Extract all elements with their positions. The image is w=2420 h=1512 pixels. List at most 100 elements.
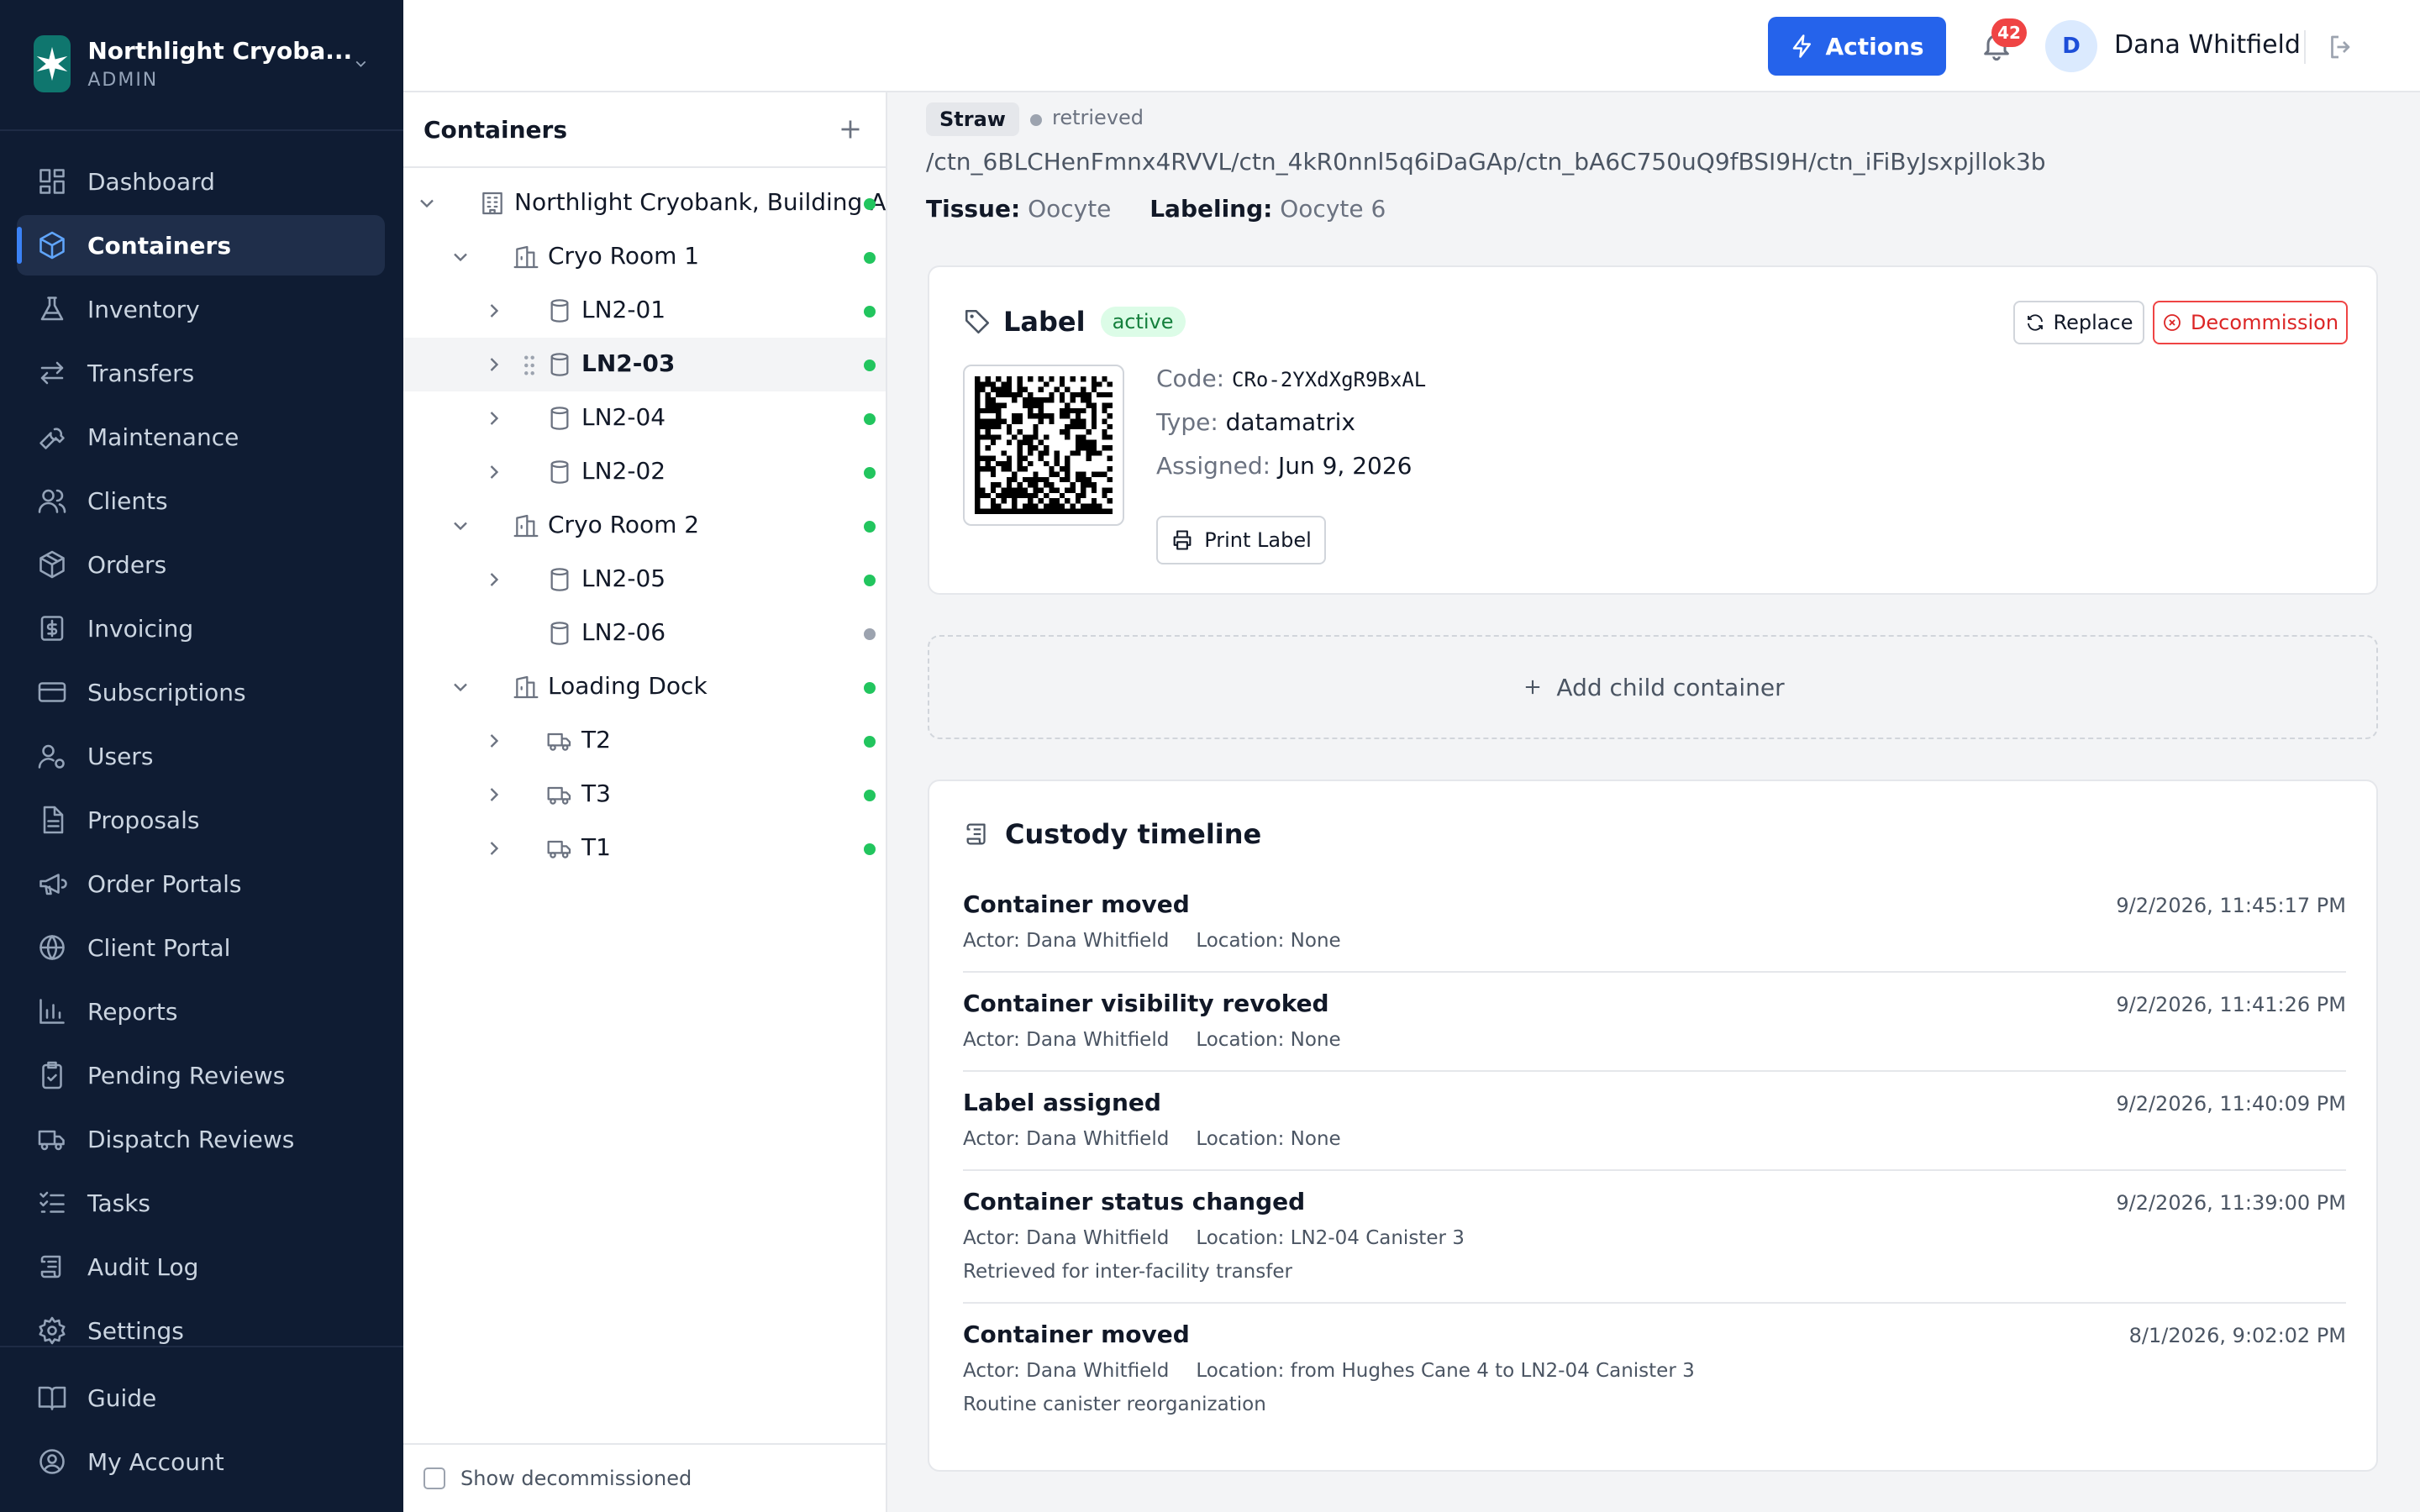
event-note: Routine canister reorganization — [963, 1394, 1266, 1415]
tree-row[interactable]: LN2-01 — [403, 284, 886, 338]
chevron-down-icon[interactable] — [449, 675, 472, 699]
tree-row[interactable]: Loading Dock — [403, 660, 886, 714]
tree-row[interactable]: LN2-05 — [403, 553, 886, 606]
room-icon — [513, 675, 539, 699]
sidebar-item-settings[interactable]: Settings — [17, 1300, 385, 1361]
tree-row[interactable]: LN2-06 — [403, 606, 886, 660]
logout-icon[interactable] — [2326, 32, 2356, 62]
tree-row[interactable]: Cryo Room 2 — [403, 499, 886, 553]
label-card-title: Label — [1003, 306, 1086, 338]
tree-row[interactable]: LN2-04 — [403, 391, 886, 445]
megaphone-icon — [39, 874, 67, 895]
add-container-button[interactable] — [835, 114, 865, 144]
truck-icon — [547, 732, 571, 751]
tank-icon — [550, 568, 569, 591]
show-decommissioned-checkbox[interactable] — [424, 1467, 445, 1489]
sidebar-item-transfers[interactable]: Transfers — [17, 343, 385, 403]
replace-label-button[interactable]: Replace — [2013, 301, 2144, 344]
status-dot — [864, 736, 876, 748]
user-name[interactable]: Dana Whitfield — [2114, 30, 2301, 60]
show-decommissioned-toggle[interactable]: Show decommissioned — [403, 1443, 886, 1512]
sidebar-item-reports[interactable]: Reports — [17, 981, 385, 1042]
add-child-container-button[interactable]: Add child container — [928, 635, 2378, 739]
tank-icon — [550, 622, 569, 645]
chevron-down-icon[interactable] — [449, 245, 472, 269]
decommission-button[interactable]: Decommission — [2153, 301, 2348, 344]
tree-row[interactable]: T2 — [403, 714, 886, 768]
org-name: Northlight Cryoba... — [87, 37, 353, 65]
tank-icon — [550, 407, 569, 430]
tree-row-label: Cryo Room 1 — [548, 242, 700, 270]
container-type-chip: Straw — [926, 102, 1019, 136]
timeline-divider — [963, 1302, 2346, 1304]
sidebar-item-containers[interactable]: Containers — [17, 215, 385, 276]
scroll-icon — [40, 1255, 61, 1278]
tree-row[interactable]: Northlight Cryobank, Building A — [403, 176, 886, 230]
chevron-right-icon[interactable] — [482, 353, 506, 376]
drag-handle-icon[interactable] — [521, 354, 538, 376]
chevron-right-icon[interactable] — [482, 460, 506, 484]
sidebar-item-subscriptions[interactable]: Subscriptions — [17, 662, 385, 722]
event-actor: Actor: Dana Whitfield — [963, 1360, 1170, 1382]
sidebar-item-users[interactable]: Users — [17, 726, 385, 786]
chevron-right-icon[interactable] — [482, 568, 506, 591]
sidebar-item-proposals[interactable]: Proposals — [17, 790, 385, 850]
label-status-badge: active — [1100, 307, 1186, 337]
tree-row-label: LN2-05 — [581, 564, 666, 592]
actions-button[interactable]: Actions — [1768, 17, 1946, 76]
labeling-label: Labeling: — [1150, 195, 1273, 223]
tree-row-label: LN2-03 — [581, 349, 676, 377]
status-dot — [864, 628, 876, 640]
sidebar-item-label: Guide — [87, 1383, 157, 1412]
sidebar-item-my-account[interactable]: My Account — [17, 1431, 385, 1492]
wrench-icon — [39, 428, 65, 449]
sidebar-item-inventory[interactable]: Inventory — [17, 279, 385, 339]
sidebar-item-pending-reviews[interactable]: Pending Reviews — [17, 1045, 385, 1105]
status-dot — [864, 360, 876, 371]
sidebar-item-guide[interactable]: Guide — [17, 1368, 385, 1428]
sidebar-item-order-portals[interactable]: Order Portals — [17, 853, 385, 914]
sidebar-item-label: Order Portals — [87, 869, 242, 898]
tree-row[interactable]: Cryo Room 1 — [403, 230, 886, 284]
tree-row[interactable]: LN2-03 — [403, 338, 886, 391]
chevron-right-icon[interactable] — [482, 299, 506, 323]
print-label-button[interactable]: Print Label — [1156, 516, 1326, 564]
lightning-icon — [1793, 34, 1812, 58]
sidebar-item-label: Subscriptions — [87, 678, 246, 706]
sidebar-item-maintenance[interactable]: Maintenance — [17, 407, 385, 467]
chevron-down-icon[interactable] — [449, 514, 472, 538]
sidebar-item-dashboard[interactable]: Dashboard — [17, 151, 385, 212]
tree-row[interactable]: T3 — [403, 768, 886, 822]
type-label: Type: — [1156, 408, 1218, 436]
tree-row[interactable]: LN2-02 — [403, 445, 886, 499]
sidebar-item-orders[interactable]: Orders — [17, 534, 385, 595]
sidebar-item-client-portal[interactable]: Client Portal — [17, 917, 385, 978]
sidebar-item-label: Transfers — [87, 359, 195, 387]
top-bar: Actions 42 D Dana Whitfield — [403, 0, 2420, 92]
transfer-icon — [40, 361, 64, 385]
sidebar-item-clients[interactable]: Clients — [17, 470, 385, 531]
tree-row-label: LN2-06 — [581, 618, 666, 646]
chevron-right-icon[interactable] — [482, 783, 506, 806]
chevron-down-icon[interactable] — [415, 192, 439, 215]
chevron-right-icon[interactable] — [482, 407, 506, 430]
status-dot — [864, 252, 876, 264]
sidebar-item-label: My Account — [87, 1447, 224, 1476]
tree-row-label: T3 — [581, 780, 611, 807]
sidebar-item-invoicing[interactable]: Invoicing — [17, 598, 385, 659]
sidebar-item-label: Reports — [87, 997, 178, 1026]
event-actor: Actor: Dana Whitfield — [963, 1128, 1170, 1150]
container-status: retrieved — [1052, 106, 1144, 129]
avatar[interactable]: D — [2045, 20, 2097, 72]
room-icon — [513, 245, 539, 269]
sidebar-item-dispatch-reviews[interactable]: Dispatch Reviews — [17, 1109, 385, 1169]
clipboard-check-icon — [42, 1061, 62, 1089]
timeline-event: Container status changed 9/2/2026, 11:39:… — [963, 1188, 2346, 1283]
org-switcher[interactable]: Northlight Cryoba... ADMIN — [34, 34, 370, 94]
sidebar-item-audit-log[interactable]: Audit Log — [17, 1236, 385, 1297]
event-location: Location: from Hughes Cane 4 to LN2-04 C… — [1196, 1360, 1695, 1382]
chevron-right-icon[interactable] — [482, 837, 506, 860]
chevron-right-icon[interactable] — [482, 729, 506, 753]
tree-row[interactable]: T1 — [403, 822, 886, 875]
sidebar-item-tasks[interactable]: Tasks — [17, 1173, 385, 1233]
